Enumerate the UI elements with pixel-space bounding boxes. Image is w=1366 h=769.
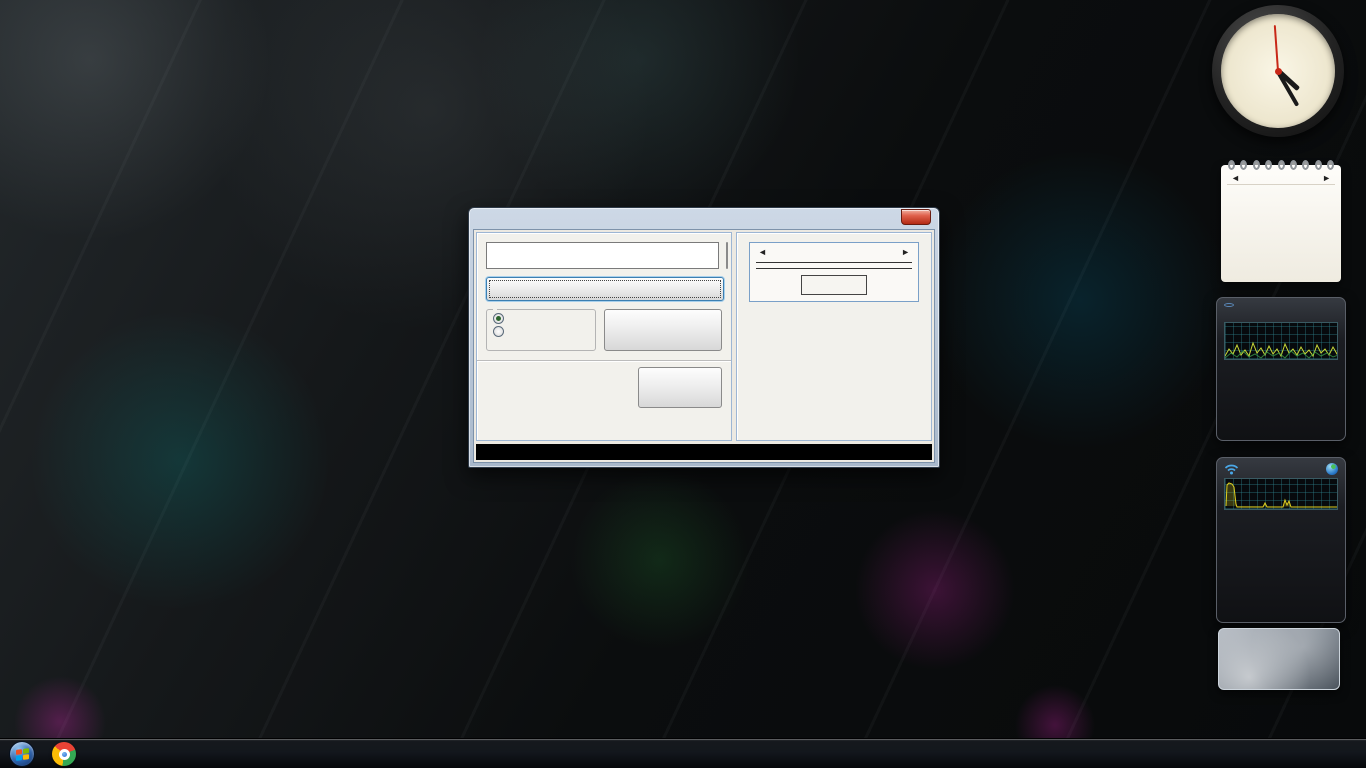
globe-icon (1326, 463, 1338, 475)
radio-work-scr[interactable] (493, 326, 589, 337)
second-hand (1274, 25, 1279, 71)
divider (756, 268, 912, 269)
feedback-text (486, 367, 632, 408)
clock-face (1221, 14, 1335, 128)
desktop: ◄ ► ◄ (0, 0, 1366, 768)
clock-gadget[interactable] (1212, 5, 1344, 137)
weather-gadget[interactable] (1218, 628, 1340, 690)
screenshot-button[interactable] (604, 309, 722, 351)
calendar-weekdays (756, 260, 912, 263)
network-meter-gadget[interactable] (1216, 457, 1346, 623)
dialog-status-strip (476, 444, 932, 460)
radio-desktop[interactable] (493, 313, 589, 324)
intel-logo (1224, 303, 1234, 307)
dialog-body: ◄ ► (473, 229, 935, 463)
divider (477, 360, 731, 361)
network-history-graph (1224, 478, 1338, 510)
clock-center-cap (1275, 68, 1282, 75)
gadget-next-month-arrow[interactable]: ► (1320, 173, 1333, 183)
today-button[interactable] (801, 275, 867, 295)
wifi-icon (1224, 463, 1239, 475)
chrome-taskbar-icon[interactable] (52, 742, 76, 766)
ip-address-input[interactable] (486, 242, 719, 269)
close-icon[interactable] (901, 209, 931, 225)
copy-button[interactable] (726, 242, 728, 269)
ip-section (476, 232, 732, 441)
radio-dot (493, 313, 504, 324)
save-location-group (486, 309, 596, 351)
calendar-control: ◄ ► (749, 242, 919, 302)
windows-logo-icon (16, 748, 29, 761)
detect-ip-button[interactable] (486, 277, 724, 301)
gadget-weekdays (1227, 184, 1335, 185)
gadget-prev-month-arrow[interactable]: ◄ (1229, 173, 1242, 183)
system-tray (1276, 739, 1278, 769)
spiral-binding (1228, 160, 1334, 170)
calendar-section: ◄ ► (736, 232, 932, 441)
next-month-arrow[interactable]: ► (899, 247, 912, 257)
calendar-gadget[interactable]: ◄ ► (1221, 165, 1341, 282)
close-app-button[interactable] (638, 367, 722, 408)
taskbar (0, 738, 1366, 768)
poleznoe-window: ◄ ► (468, 207, 940, 468)
prev-month-arrow[interactable]: ◄ (756, 247, 769, 257)
cpu-usage-gadget[interactable] (1216, 297, 1346, 441)
radio-dot (493, 326, 504, 337)
window-titlebar[interactable] (469, 208, 939, 229)
cpu-history-graph (1224, 322, 1338, 360)
start-button[interactable] (9, 741, 35, 767)
